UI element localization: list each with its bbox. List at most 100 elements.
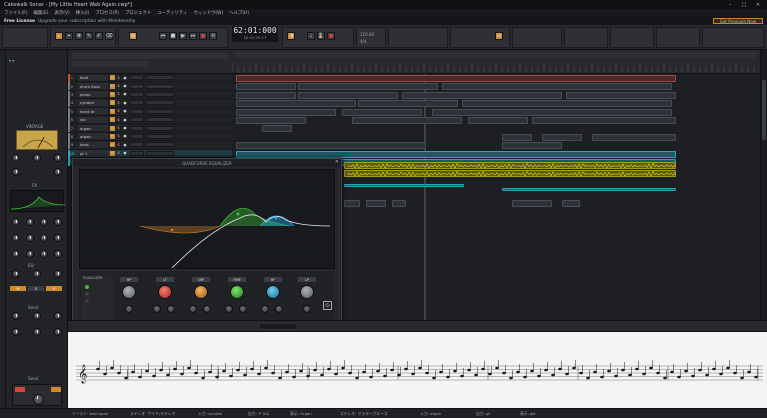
maximize-button[interactable]: □	[737, 0, 751, 9]
erase-tool-icon[interactable]: ⌫	[105, 32, 113, 40]
clip[interactable]	[298, 83, 438, 91]
record-arm-button[interactable]: R	[46, 286, 62, 291]
band-lf-label[interactable]: LF	[156, 277, 174, 282]
track-row[interactable]: 9 bass M S ●	[68, 141, 232, 150]
track-row[interactable]: 10 gt 1 M S ●	[68, 149, 232, 158]
clip[interactable]	[236, 100, 356, 108]
band-lp-label[interactable]: LP	[298, 277, 316, 282]
clip[interactable]	[512, 200, 552, 207]
band-lmf-freq-knob[interactable]	[189, 305, 197, 313]
channel-orange-button[interactable]	[51, 387, 61, 392]
channel-volume-knob[interactable]	[33, 394, 44, 405]
track-row[interactable]: 7 organ M S ●	[68, 124, 232, 133]
menu-insert[interactable]: 挿入(I)	[76, 10, 90, 16]
clip[interactable]	[344, 200, 360, 207]
clip[interactable]	[236, 83, 296, 91]
track-output-slot[interactable]	[145, 150, 174, 156]
module-screensets[interactable]	[702, 27, 764, 48]
eq-knob-7[interactable]	[40, 234, 48, 242]
clip[interactable]	[236, 150, 676, 158]
mix-knob[interactable]	[54, 168, 62, 176]
clip[interactable]	[592, 133, 676, 141]
track-solo-icon[interactable]: S	[116, 109, 121, 114]
band-hp-knob[interactable]	[122, 285, 136, 299]
module-loop[interactable]	[512, 27, 562, 48]
band-hf-knob[interactable]	[266, 285, 280, 299]
track-arm-icon[interactable]: ●	[123, 117, 128, 122]
clip[interactable]	[502, 188, 676, 191]
loop-button[interactable]: ⟲	[209, 32, 217, 40]
equalizer-window[interactable]: QUADCURVE EQUALIZER ✕ EQUALIZER HP LF LM…	[72, 158, 342, 330]
clip[interactable]	[236, 91, 296, 99]
track-output-slot[interactable]	[145, 125, 174, 131]
clip[interactable]	[342, 108, 422, 116]
track-filter[interactable]	[72, 61, 148, 67]
track-row[interactable]: 6 vib M S ●	[68, 116, 232, 125]
track-solo-icon[interactable]: S	[116, 151, 121, 156]
menu-edit[interactable]: 編集(E)	[34, 10, 49, 16]
select-icon[interactable]: ⊞	[495, 32, 503, 40]
eq-knob-9[interactable]	[12, 250, 20, 258]
track-toolbar[interactable]	[72, 53, 228, 59]
track-name[interactable]: vib	[78, 116, 108, 123]
track-arm-icon[interactable]: ●	[123, 134, 128, 139]
module-workspace[interactable]	[2, 27, 48, 48]
band-lmf-q-knob[interactable]	[203, 305, 211, 313]
output-knob[interactable]	[54, 154, 62, 162]
forward-button[interactable]: ⏭	[189, 32, 197, 40]
track-solo-icon[interactable]: S	[116, 142, 121, 147]
send-knob-6[interactable]	[54, 328, 62, 336]
scroll-thumb[interactable]	[762, 80, 766, 140]
send-knob-3[interactable]	[54, 312, 62, 320]
module-tools[interactable]: ▸ ⌖ ✥ ✎ ✐ ⌫	[50, 27, 116, 48]
eq-knob-5[interactable]	[12, 234, 20, 242]
track-input-slot[interactable]	[129, 91, 144, 97]
track-name[interactable]: lead	[78, 74, 108, 81]
comp-knob-3[interactable]	[54, 270, 62, 278]
track-output-slot[interactable]	[145, 91, 174, 97]
eq-knob-4[interactable]	[54, 218, 62, 226]
track-output-slot[interactable]	[145, 108, 174, 114]
track-mute-icon[interactable]: M	[109, 108, 115, 114]
rewind-button[interactable]: ⏮	[159, 32, 167, 40]
track-name[interactable]: cymbal	[78, 99, 108, 106]
track-input-slot[interactable]	[129, 125, 144, 131]
track-mute-icon[interactable]: M	[109, 117, 115, 123]
track-mute-icon[interactable]: M	[109, 91, 115, 97]
clip[interactable]	[432, 108, 672, 116]
track-mute-icon[interactable]: M	[109, 133, 115, 139]
track-arm-icon[interactable]: ●	[123, 92, 128, 97]
track-mute-icon[interactable]: M	[109, 100, 115, 106]
close-button[interactable]: ✕	[751, 0, 765, 9]
track-mute-icon[interactable]: M	[109, 83, 115, 89]
drive-knob[interactable]	[33, 154, 41, 162]
solo-button[interactable]: S	[28, 286, 44, 291]
comp-knob-1[interactable]	[12, 270, 20, 278]
track-input-slot[interactable]	[129, 117, 144, 123]
band-hf-label[interactable]: HF	[264, 277, 282, 282]
band-hmf-label[interactable]: HMF	[228, 277, 246, 282]
eq-knob-12[interactable]	[54, 250, 62, 258]
track-solo-icon[interactable]: S	[116, 100, 121, 105]
menu-project[interactable]: プロジェクト	[125, 10, 151, 16]
send-knob-4[interactable]	[12, 328, 20, 336]
track-row[interactable]: 3 piano M S ●	[68, 90, 232, 100]
band-hmf-knob[interactable]	[230, 285, 244, 299]
meter-value[interactable]: 4/4	[360, 39, 366, 44]
band-hf-q-knob[interactable]	[275, 305, 283, 313]
track-name[interactable]: hand dr	[78, 108, 108, 115]
track-arm-icon[interactable]: ●	[123, 109, 128, 114]
track-name[interactable]: organ	[78, 125, 108, 132]
draw-tool-icon[interactable]: ✐	[95, 32, 103, 40]
track-arm-icon[interactable]: ●	[123, 151, 128, 156]
eq-knob-11[interactable]	[40, 250, 48, 258]
track-solo-icon[interactable]: S	[116, 84, 121, 89]
time-display[interactable]: 62:01:000 00:01:45.17	[232, 26, 278, 42]
track-row[interactable]: 4 cymbal M S ●	[68, 99, 232, 108]
track-mute-icon[interactable]: M	[109, 150, 115, 156]
band-lf-q-knob[interactable]	[167, 305, 175, 313]
send-knob-1[interactable]	[12, 312, 20, 320]
clip[interactable]	[236, 142, 426, 150]
clip[interactable]	[502, 133, 532, 141]
clip[interactable]	[352, 117, 462, 124]
